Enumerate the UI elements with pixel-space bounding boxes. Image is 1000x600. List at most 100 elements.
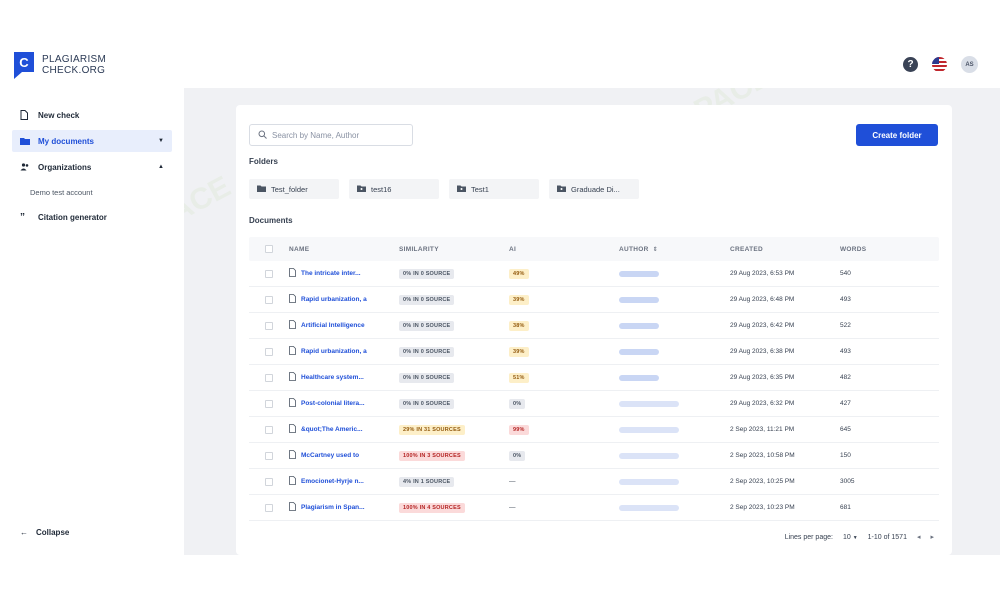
row-checkbox[interactable] [265, 503, 273, 512]
next-page-icon[interactable]: ▸ [930, 533, 934, 541]
document-link[interactable]: Artificial Intelligence [301, 322, 365, 329]
author-redacted [619, 478, 679, 485]
folder-item[interactable]: test16 [349, 179, 439, 199]
created-date: 29 Aug 2023, 6:42 PM [730, 322, 795, 329]
author-redacted [619, 296, 659, 303]
row-checkbox[interactable] [265, 399, 273, 408]
shared-folder-icon [457, 185, 466, 194]
folder-icon [257, 185, 266, 194]
folder-name: Graduade Di... [571, 184, 620, 194]
document-link[interactable]: Healthcare system... [301, 374, 364, 381]
column-words[interactable]: WORDS [840, 246, 939, 253]
table-row[interactable]: &quot;The Americ... 29% IN 31 SOURCES 99… [249, 417, 939, 443]
row-checkbox[interactable] [265, 269, 273, 278]
word-count: 482 [840, 374, 851, 381]
folder-item[interactable]: Test1 [449, 179, 539, 199]
search-input[interactable] [272, 130, 402, 140]
table-row[interactable]: Emocionet-Hyrje n... 4% IN 1 SOURCE — 2 … [249, 469, 939, 495]
column-ai[interactable]: AI [509, 246, 619, 253]
similarity-badge: 0% IN 0 SOURCE [399, 294, 455, 305]
table-row[interactable]: Artificial Intelligence 0% IN 0 SOURCE 3… [249, 313, 939, 339]
document-link[interactable]: McCartney used to [301, 452, 359, 459]
created-date: 29 Aug 2023, 6:32 PM [730, 400, 795, 407]
page-range: 1-10 of 1571 [867, 533, 907, 541]
table-row[interactable]: Plagiarism in Span... 100% IN 4 SOURCES … [249, 495, 939, 521]
table-body: The intricate inter... 0% IN 0 SOURCE 49… [249, 261, 939, 521]
table-row[interactable]: Post-colonial litera... 0% IN 0 SOURCE 0… [249, 391, 939, 417]
prev-page-icon[interactable]: ◂ [917, 533, 921, 541]
caret-down-icon[interactable]: ▼ [158, 138, 164, 144]
search-box[interactable] [249, 124, 413, 146]
author-redacted [619, 426, 679, 433]
folder-name: Test1 [471, 184, 489, 194]
document-icon [289, 320, 296, 331]
folder-item[interactable]: Graduade Di... [549, 179, 639, 199]
table-row[interactable]: The intricate inter... 0% IN 0 SOURCE 49… [249, 261, 939, 287]
ai-badge: 0% [509, 398, 526, 409]
lines-per-page-select[interactable]: 10 ▼ [843, 534, 858, 541]
sidebar-item-organizations[interactable]: Organizations ▲ [12, 156, 172, 178]
document-link[interactable]: Rapid urbanization, a [301, 348, 367, 355]
sidebar-item-label: My documents [38, 136, 95, 146]
word-count: 427 [840, 400, 851, 407]
word-count: 645 [840, 426, 851, 433]
folder-item[interactable]: Test_folder [249, 179, 339, 199]
column-created[interactable]: CREATED [730, 246, 840, 253]
users-icon [20, 163, 32, 171]
similarity-badge: 4% IN 1 SOURCE [399, 476, 455, 487]
table-row[interactable]: Healthcare system... 0% IN 0 SOURCE 51% … [249, 365, 939, 391]
logo[interactable]: C PLAGIARISM CHECK.ORG [12, 50, 106, 80]
sidebar-item-my-documents[interactable]: My documents ▼ [12, 130, 172, 152]
row-checkbox[interactable] [265, 477, 273, 486]
document-link[interactable]: &quot;The Americ... [301, 426, 363, 433]
column-author[interactable]: AUTHOR ⇕ [619, 246, 730, 253]
document-link[interactable]: Post-colonial litera... [301, 400, 365, 407]
document-icon [289, 268, 296, 279]
header-actions: ? AS [903, 56, 978, 73]
avatar[interactable]: AS [961, 56, 978, 73]
sidebar-item-new-check[interactable]: New check [12, 104, 172, 126]
similarity-badge: 29% IN 31 SOURCES [399, 424, 465, 435]
row-checkbox[interactable] [265, 321, 273, 330]
document-link[interactable]: Plagiarism in Span... [301, 504, 365, 511]
row-checkbox[interactable] [265, 347, 273, 356]
sidebar-subitem-demo-account[interactable]: Demo test account [12, 182, 172, 202]
word-count: 493 [840, 296, 851, 303]
row-checkbox[interactable] [265, 295, 273, 304]
create-folder-button[interactable]: Create folder [856, 124, 938, 146]
logo-icon: C [12, 50, 36, 80]
similarity-badge: 0% IN 0 SOURCE [399, 320, 455, 331]
author-redacted [619, 400, 679, 407]
word-count: 150 [840, 452, 851, 459]
row-checkbox[interactable] [265, 451, 273, 460]
document-icon [289, 346, 296, 357]
folder-name: Test_folder [271, 184, 308, 194]
similarity-badge: 100% IN 4 SOURCES [399, 502, 465, 513]
question-icon[interactable]: ? [903, 57, 918, 72]
created-date: 29 Aug 2023, 6:38 PM [730, 348, 795, 355]
document-icon [289, 502, 296, 513]
us-flag-icon[interactable] [932, 57, 947, 72]
document-icon [289, 450, 296, 461]
ai-badge: 49% [509, 268, 529, 279]
table-row[interactable]: Rapid urbanization, a 0% IN 0 SOURCE 39%… [249, 287, 939, 313]
row-checkbox[interactable] [265, 373, 273, 382]
column-similarity[interactable]: SIMILARITY [399, 246, 509, 253]
document-link[interactable]: The intricate inter... [301, 270, 361, 277]
table-row[interactable]: Rapid urbanization, a 0% IN 0 SOURCE 39%… [249, 339, 939, 365]
document-link[interactable]: Rapid urbanization, a [301, 296, 367, 303]
author-redacted [619, 348, 659, 355]
row-checkbox[interactable] [265, 425, 273, 434]
caret-up-icon[interactable]: ▲ [158, 164, 164, 170]
collapse-button[interactable]: ← Collapse [20, 528, 69, 537]
documents-card: Create folder Folders Test_folder test16… [236, 105, 952, 555]
document-icon [289, 294, 296, 305]
select-all-checkbox[interactable] [265, 245, 273, 253]
table-row[interactable]: McCartney used to 100% IN 3 SOURCES 0% 2… [249, 443, 939, 469]
created-date: 2 Sep 2023, 11:21 PM [730, 426, 795, 433]
sidebar-item-citation-generator[interactable]: ” Citation generator [12, 206, 172, 228]
sidebar-item-label: New check [38, 110, 80, 120]
column-name[interactable]: NAME [289, 246, 399, 253]
document-link[interactable]: Emocionet-Hyrje n... [301, 478, 364, 485]
sort-icon[interactable]: ⇕ [653, 246, 658, 253]
